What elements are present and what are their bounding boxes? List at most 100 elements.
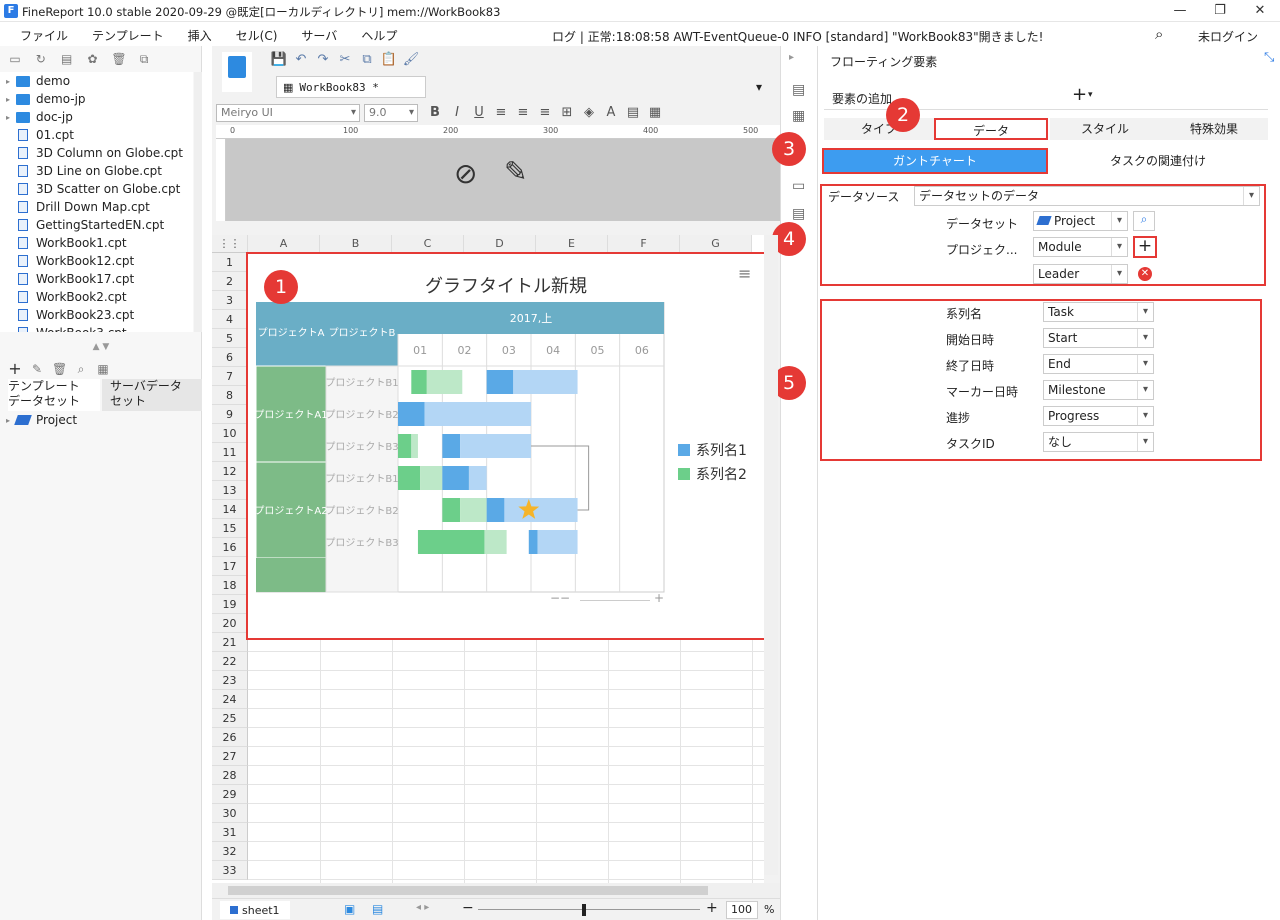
border-icon[interactable]: ⊞ xyxy=(558,104,576,122)
field-select[interactable]: Start ▾ xyxy=(1043,328,1154,348)
field-select[interactable]: End ▾ xyxy=(1043,354,1154,374)
row-header[interactable]: 10 xyxy=(212,424,248,443)
expand-icon[interactable]: ▸ xyxy=(6,113,16,122)
copy-icon[interactable]: ⧉ xyxy=(137,52,151,66)
tree-item[interactable]: 3D Column on Globe.cpt xyxy=(0,144,193,162)
dataset-select[interactable]: Project ▾ xyxy=(1033,211,1128,231)
row-header[interactable]: 31 xyxy=(212,823,248,842)
row-header[interactable]: 12 xyxy=(212,462,248,481)
tree-item[interactable]: ▸ demo-jp xyxy=(0,90,193,108)
add-element-dropdown-icon[interactable]: ▾ xyxy=(1088,90,1093,100)
search-icon[interactable]: ⌕ xyxy=(1155,25,1163,43)
dataset-properties-icon[interactable]: ▦ xyxy=(96,362,110,376)
tree-item[interactable]: 3D Line on Globe.cpt xyxy=(0,162,193,180)
tree-item[interactable]: 3D Scatter on Globe.cpt xyxy=(0,180,193,198)
tree-item[interactable]: GettingStartedEN.cpt xyxy=(0,216,193,234)
template-main-icon[interactable] xyxy=(222,52,252,92)
field-select[interactable]: Task ▾ xyxy=(1043,302,1154,322)
prev-sheet-icon[interactable]: ◂ ▸ xyxy=(416,902,429,913)
scrollbar-thumb[interactable] xyxy=(228,886,708,895)
float-attr-icon[interactable]: ▦ xyxy=(792,108,805,124)
project-select[interactable]: Module ▾ xyxy=(1033,237,1128,257)
tree-item[interactable]: WorkBook1.cpt xyxy=(0,234,193,252)
field-select[interactable]: Progress ▾ xyxy=(1043,406,1154,426)
close-button[interactable]: ✕ xyxy=(1240,0,1280,22)
italic-icon[interactable]: I xyxy=(448,104,466,122)
row-header[interactable]: 2 xyxy=(212,272,248,291)
font-color-icon[interactable]: A xyxy=(602,104,620,122)
row-header[interactable]: 22 xyxy=(212,652,248,671)
login-link[interactable]: 未ログイン xyxy=(1198,28,1258,45)
row-header[interactable]: 15 xyxy=(212,519,248,538)
preview-dataset-icon[interactable]: ⌕ xyxy=(74,362,88,376)
cell-attr-icon[interactable]: ▤ xyxy=(792,82,805,98)
add-element-icon[interactable]: + xyxy=(1072,84,1087,105)
menu-file[interactable]: ファイル xyxy=(20,27,68,44)
row-header[interactable]: 13 xyxy=(212,481,248,500)
delete-dataset-icon[interactable]: 🗑 xyxy=(52,362,67,376)
row-header[interactable]: 6 xyxy=(212,348,248,367)
subtab-gantt[interactable]: ガントチャート xyxy=(822,148,1048,174)
dataset-item[interactable]: ▸ Project xyxy=(6,412,77,428)
legend-item-1[interactable]: 系列名1 xyxy=(678,440,747,460)
tab-menu-icon[interactable]: ▾ xyxy=(756,80,762,94)
format-painter-icon[interactable]: 🖌 xyxy=(402,51,420,69)
zoom-in-icon[interactable]: + xyxy=(654,591,664,605)
datasource-select[interactable]: データセットのデータ ▾ xyxy=(914,186,1260,206)
copy-icon[interactable]: ⧉ xyxy=(358,51,376,69)
column-header[interactable]: D xyxy=(464,235,536,253)
menu-cell[interactable]: セル(C) xyxy=(236,27,278,44)
align-center-icon[interactable]: ≡ xyxy=(514,104,532,122)
chart-menu-icon[interactable]: ≡ xyxy=(738,264,751,283)
row-header[interactable]: 30 xyxy=(212,804,248,823)
redo-icon[interactable]: ↷ xyxy=(314,51,332,69)
tree-scrollbar[interactable] xyxy=(194,72,202,332)
edit-dataset-icon[interactable]: ✎ xyxy=(30,362,44,376)
collapse-right-icon[interactable]: ▸ xyxy=(789,52,794,63)
row-header[interactable]: 23 xyxy=(212,671,248,690)
underline-icon[interactable]: U xyxy=(470,104,488,122)
field-select[interactable]: なし ▾ xyxy=(1043,432,1154,452)
row-header[interactable]: 1 xyxy=(212,253,248,272)
vertical-scrollbar[interactable] xyxy=(764,235,778,875)
zoom-thumb[interactable] xyxy=(582,904,586,916)
condition-icon[interactable]: ▤ xyxy=(792,206,805,222)
menu-help[interactable]: ヘルプ xyxy=(361,27,397,44)
cut-icon[interactable]: ✂ xyxy=(336,51,354,69)
tab-server-dataset[interactable]: サーバデータ セット xyxy=(102,379,202,411)
gantt-chart-float[interactable]: グラフタイトル新規 ≡ プロジェクトA プロジェクトB 2017,上 01 02 03 04… xyxy=(246,252,766,640)
fill-color-icon[interactable]: ◈ xyxy=(580,104,598,122)
legend-item-2[interactable]: 系列名2 xyxy=(678,464,747,484)
tab-style[interactable]: スタイル xyxy=(1050,118,1160,140)
undo-icon[interactable]: ↶ xyxy=(292,51,310,69)
minimize-button[interactable]: — xyxy=(1160,0,1200,22)
column-header[interactable]: C xyxy=(392,235,464,253)
row-header[interactable]: 16 xyxy=(212,538,248,557)
tree-item[interactable]: WorkBook12.cpt xyxy=(0,252,193,270)
row-header[interactable]: 28 xyxy=(212,766,248,785)
horizontal-scrollbar[interactable] xyxy=(212,883,780,898)
subtab-task-link[interactable]: タスクの関連付け xyxy=(1048,150,1268,172)
column-header[interactable]: F xyxy=(608,235,680,253)
zoom-out-button[interactable]: − xyxy=(462,900,474,916)
row-header[interactable]: 20 xyxy=(212,614,248,633)
column-header[interactable]: A xyxy=(248,235,320,253)
menu-insert[interactable]: 挿入 xyxy=(188,27,212,44)
column-header[interactable]: B xyxy=(320,235,392,253)
row-header[interactable]: 26 xyxy=(212,728,248,747)
row-header[interactable]: 9 xyxy=(212,405,248,424)
row-header[interactable]: 11 xyxy=(212,443,248,462)
delete-icon[interactable]: 🗑 xyxy=(111,52,126,66)
menu-server[interactable]: サーバ xyxy=(301,27,337,44)
tree-item[interactable]: ▸ doc-jp xyxy=(0,108,193,126)
zoom-in-button[interactable]: + xyxy=(706,900,718,916)
grid-corner[interactable]: ⋮⋮ xyxy=(212,235,248,253)
doc-tab[interactable]: ▦ WorkBook83 * xyxy=(276,76,426,98)
tab-data[interactable]: データ xyxy=(934,118,1048,140)
merge-icon[interactable]: ▤ xyxy=(624,104,642,122)
font-size-select[interactable]: 9.0 xyxy=(364,104,418,122)
row-header[interactable]: 21 xyxy=(212,633,248,652)
menu-template[interactable]: テンプレート xyxy=(92,27,164,44)
dataset-search-icon[interactable]: ⌕ xyxy=(1133,211,1155,231)
paste-icon[interactable]: 📋 xyxy=(380,51,398,69)
